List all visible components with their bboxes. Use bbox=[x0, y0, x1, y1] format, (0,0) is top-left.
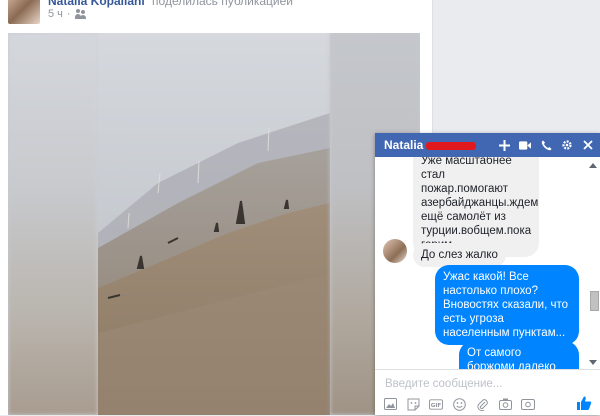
gif-icon[interactable]: GIF bbox=[429, 397, 443, 411]
chat-header-actions bbox=[498, 133, 594, 157]
svg-text:GIF: GIF bbox=[431, 402, 442, 408]
message-outgoing: От самого боржоми далеко горит? bbox=[459, 341, 579, 369]
scrollbar-thumb[interactable] bbox=[590, 291, 599, 311]
messenger-chat-window: Natalia Уже масштабнее стал пожар.помога… bbox=[375, 133, 600, 415]
sticker-icon[interactable] bbox=[406, 397, 420, 411]
close-icon[interactable] bbox=[582, 138, 594, 152]
scroll-down-arrow-icon[interactable] bbox=[589, 360, 597, 365]
photo-icon[interactable] bbox=[383, 397, 397, 411]
author-line: Natalia Kopaliani поделилась публикацией bbox=[48, 0, 293, 8]
post-time[interactable]: 5 ч bbox=[48, 8, 63, 20]
post-video[interactable] bbox=[8, 33, 420, 415]
gear-icon[interactable] bbox=[561, 138, 573, 152]
feed-post: Natalia Kopaliani поделилась публикацией… bbox=[0, 0, 433, 415]
post-meta: 5 ч · bbox=[48, 8, 87, 20]
video-call-icon[interactable] bbox=[519, 138, 531, 152]
message-composer: GIF bbox=[375, 369, 600, 416]
chat-contact-name[interactable]: Natalia bbox=[384, 138, 423, 152]
scroll-up-arrow-icon[interactable] bbox=[589, 163, 597, 168]
fire-hillside-photo bbox=[98, 33, 330, 415]
message-scrollbar[interactable] bbox=[589, 161, 599, 367]
money-icon[interactable] bbox=[521, 397, 535, 411]
author-avatar[interactable] bbox=[8, 0, 40, 24]
author-name[interactable]: Natalia Kopaliani bbox=[48, 0, 145, 8]
redacted-surname bbox=[426, 141, 477, 150]
friends-icon[interactable] bbox=[74, 9, 87, 19]
message-list[interactable]: Уже масштабнее стал пожар.помогают азерб… bbox=[375, 157, 585, 369]
composer-tools: GIF bbox=[383, 397, 535, 411]
phone-icon[interactable] bbox=[540, 138, 552, 152]
camera-icon[interactable] bbox=[498, 397, 512, 411]
message-incoming: До слез жалко bbox=[413, 243, 506, 267]
attachment-icon[interactable] bbox=[475, 397, 489, 411]
contact-avatar[interactable] bbox=[383, 239, 407, 263]
thumbs-up-icon[interactable] bbox=[576, 395, 592, 411]
video-blur-left bbox=[8, 33, 98, 415]
message-input[interactable] bbox=[383, 375, 587, 393]
message-incoming: Уже масштабнее стал пожар.помогают азерб… bbox=[413, 157, 539, 257]
emoji-icon[interactable] bbox=[452, 397, 466, 411]
shared-text: поделилась публикацией bbox=[152, 0, 294, 8]
plus-icon[interactable] bbox=[498, 138, 510, 152]
chat-title[interactable]: Natalia bbox=[384, 138, 477, 152]
chat-header[interactable]: Natalia bbox=[375, 133, 600, 157]
message-outgoing: Ужас какой! Все настолько плохо? Вновост… bbox=[435, 265, 579, 345]
